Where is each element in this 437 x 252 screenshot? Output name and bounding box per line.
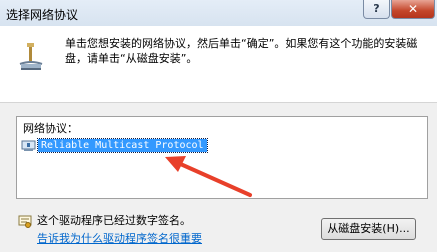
network-protocol-icon <box>19 43 43 70</box>
protocol-item-icon <box>21 140 36 151</box>
protocol-list-label: 网络协议： <box>23 122 78 135</box>
protocol-item-label: Reliable Multicast Protocol <box>37 138 208 153</box>
digital-signature-icon <box>18 215 32 228</box>
window-title: 选择网络协议 <box>6 8 79 22</box>
driver-signing-link[interactable]: 告诉我为什么驱动程序签名很重要 <box>37 230 202 246</box>
close-button[interactable]: ✕ <box>391 0 435 19</box>
instructions-panel: 单击您想安装的网络协议，然后单击“确定”。如果您有这个功能的安装磁盘，请单击“从… <box>0 26 437 103</box>
instructions-text: 单击您想安装的网络协议，然后单击“确定”。如果您有这个功能的安装磁盘，请单击“从… <box>65 37 418 65</box>
signed-driver-text: 这个驱动程序已经过数字签名。 <box>37 214 191 227</box>
title-bar: 选择网络协议 ? ✕ <box>0 0 437 27</box>
protocol-listbox[interactable]: 网络协议： Reliable Multicast Protocol <box>16 116 428 199</box>
help-button[interactable]: ? <box>363 0 390 19</box>
list-item-reliable-multicast[interactable]: Reliable Multicast Protocol <box>21 138 208 153</box>
have-disk-button[interactable]: 从磁盘安装(H)... <box>321 218 416 240</box>
